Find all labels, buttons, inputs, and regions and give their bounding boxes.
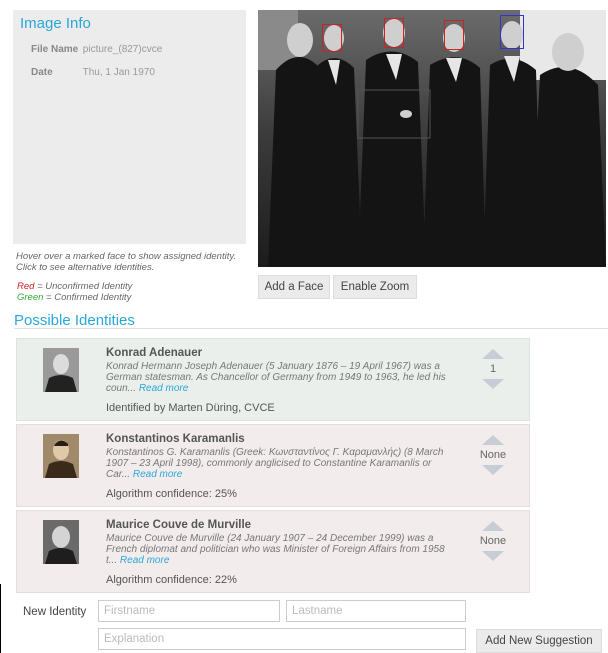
- vote-count: 1: [489, 363, 497, 375]
- firstname-input[interactable]: [98, 600, 280, 622]
- identity-description: Konrad Hermann Joseph Adenauer (5 Januar…: [106, 361, 446, 394]
- face-hover-hint: Hover over a marked face to show assigne…: [16, 251, 237, 273]
- add-new-suggestion-button[interactable]: Add New Suggestion: [476, 629, 602, 653]
- date-label: Date: [31, 67, 53, 78]
- downvote-arrow-icon[interactable]: [482, 379, 504, 389]
- date-value: Thu, 1 Jan 1970: [82, 67, 155, 78]
- enable-zoom-button[interactable]: Enable Zoom: [333, 275, 417, 299]
- lastname-input[interactable]: [286, 600, 466, 622]
- vote-count: None: [479, 535, 507, 547]
- image-info-title: Image Info: [20, 15, 91, 32]
- divider: [14, 328, 608, 329]
- group-photo[interactable]: [258, 10, 606, 267]
- upvote-arrow-icon[interactable]: [482, 349, 504, 359]
- face-marker-unconfirmed-2[interactable]: [384, 18, 404, 48]
- file-name-row: File Name picture_(827)cvce: [31, 44, 162, 55]
- identity-name: Maurice Couve de Murville: [106, 519, 252, 531]
- legend-green-word: Green: [17, 292, 44, 303]
- identity-description: Konstantinos G. Karamanlis (Greek: Κωνστ…: [106, 447, 444, 480]
- date-row: Date Thu, 1 Jan 1970: [31, 67, 155, 78]
- legend-green-text: = Confirmed Identity: [43, 292, 132, 303]
- read-more-link[interactable]: Read more: [120, 555, 169, 566]
- file-name-label: File Name: [31, 44, 79, 55]
- possible-identities-title: Possible Identities: [14, 312, 135, 329]
- color-legend: Red = Unconfirmed Identity Green = Confi…: [17, 281, 132, 303]
- file-name-value: picture_(827)cvce: [82, 44, 163, 55]
- face-marker-unconfirmed-3[interactable]: [444, 20, 464, 50]
- face-marker-unconfirmed-1[interactable]: [322, 24, 342, 52]
- downvote-arrow-icon[interactable]: [482, 551, 504, 561]
- downvote-arrow-icon[interactable]: [482, 465, 504, 475]
- image-info-panel: Image Info File Name picture_(827)cvce D…: [13, 10, 246, 244]
- identity-name: Konstantinos Karamanlis: [106, 433, 245, 445]
- new-identity-label: New Identity: [23, 606, 87, 618]
- explanation-input[interactable]: [98, 628, 466, 650]
- identity-thumbnail: [43, 348, 79, 392]
- upvote-arrow-icon[interactable]: [482, 521, 504, 531]
- identity-name: Konrad Adenauer: [106, 347, 203, 359]
- face-marker-selected[interactable]: [500, 15, 524, 49]
- read-more-link[interactable]: Read more: [133, 469, 182, 480]
- group-photo-image: [258, 10, 606, 267]
- legend-red-text: = Unconfirmed Identity: [34, 281, 133, 292]
- upvote-arrow-icon[interactable]: [482, 435, 504, 445]
- add-face-button[interactable]: Add a Face: [258, 275, 330, 299]
- vote-control: None: [473, 435, 513, 475]
- identity-card[interactable]: Maurice Couve de Murville Maurice Couve …: [16, 510, 530, 593]
- identity-thumbnail: [43, 434, 79, 478]
- identity-description: Maurice Couve de Murville (24 January 19…: [106, 533, 445, 566]
- identity-meta: Identified by Marten Düring, CVCE: [106, 402, 275, 414]
- identity-meta: Algorithm confidence: 22%: [106, 574, 237, 586]
- edge-divider: [0, 584, 1, 653]
- identity-thumbnail: [43, 520, 79, 564]
- vote-control: None: [473, 521, 513, 561]
- vote-count: None: [479, 449, 507, 461]
- identity-card[interactable]: Konstantinos Karamanlis Konstantinos G. …: [16, 424, 530, 507]
- identity-meta: Algorithm confidence: 25%: [106, 488, 237, 500]
- read-more-link[interactable]: Read more: [139, 383, 188, 394]
- legend-red-word: Red: [17, 281, 35, 292]
- identity-card[interactable]: Konrad Adenauer Konrad Hermann Joseph Ad…: [16, 338, 530, 421]
- vote-control: 1: [473, 349, 513, 389]
